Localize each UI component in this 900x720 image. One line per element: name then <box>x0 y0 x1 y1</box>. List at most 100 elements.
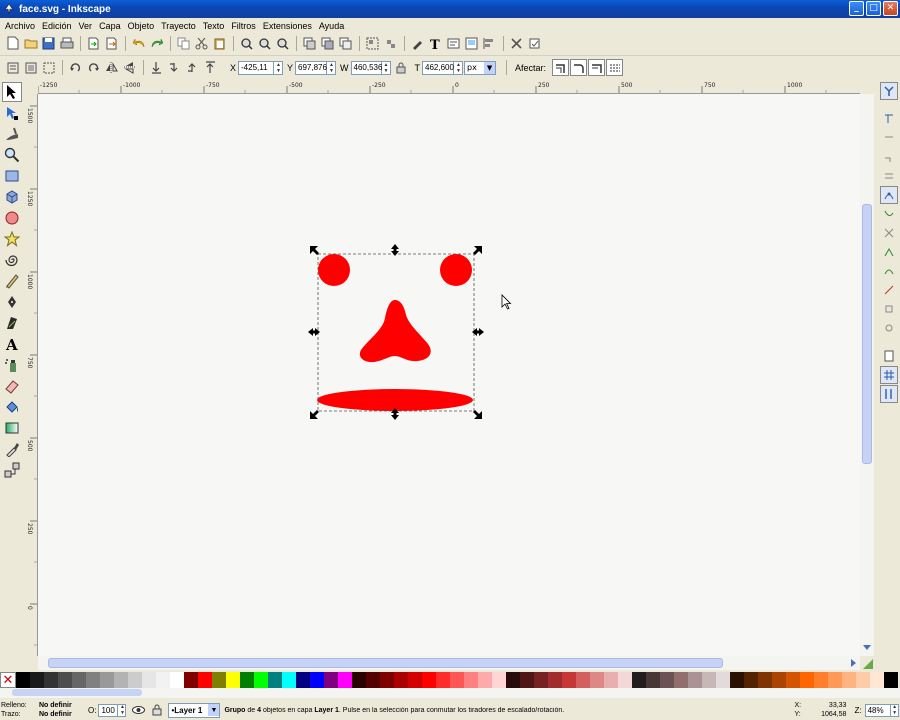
pencil-tool-icon[interactable] <box>2 271 22 291</box>
horizontal-scrollbar[interactable] <box>38 656 860 670</box>
snap-smooth-nodes-icon[interactable] <box>880 262 898 280</box>
import-icon[interactable] <box>85 35 102 52</box>
menu-filtros[interactable]: Filtros <box>230 21 262 31</box>
color-swatch[interactable] <box>408 672 422 688</box>
affect-gradients-icon[interactable] <box>588 59 606 76</box>
color-swatch[interactable] <box>856 672 870 688</box>
snap-bbox-midpoints-icon[interactable] <box>880 167 898 185</box>
color-swatch[interactable] <box>716 672 730 688</box>
connector-tool-icon[interactable] <box>2 460 22 480</box>
color-swatch[interactable] <box>30 672 44 688</box>
select-all-icon[interactable] <box>4 59 21 76</box>
color-swatch[interactable] <box>352 672 366 688</box>
vertical-scroll-thumb[interactable] <box>862 204 872 464</box>
affect-corners-icon[interactable] <box>570 59 588 76</box>
color-swatch[interactable] <box>156 672 170 688</box>
snap-centers-icon[interactable] <box>880 300 898 318</box>
select-all-layers-icon[interactable] <box>22 59 39 76</box>
color-swatch[interactable] <box>296 672 310 688</box>
horizontal-scroll-thumb[interactable] <box>48 658 723 668</box>
color-swatch[interactable] <box>492 672 506 688</box>
clone-icon[interactable] <box>319 35 336 52</box>
y-field[interactable]: 697,876 <box>295 60 328 75</box>
color-swatch[interactable] <box>632 672 646 688</box>
color-swatch[interactable] <box>58 672 72 688</box>
color-swatch[interactable] <box>744 672 758 688</box>
color-swatch[interactable] <box>618 672 632 688</box>
selector-tool-icon[interactable] <box>2 82 22 102</box>
menu-trayecto[interactable]: Trayecto <box>160 21 202 31</box>
new-document-icon[interactable] <box>4 35 21 52</box>
color-swatch[interactable] <box>16 672 30 688</box>
export-icon[interactable] <box>103 35 120 52</box>
group-icon[interactable] <box>364 35 381 52</box>
color-swatch[interactable] <box>674 672 688 688</box>
open-folder-icon[interactable] <box>22 35 39 52</box>
snap-path-intersections-icon[interactable] <box>880 224 898 242</box>
color-swatch[interactable] <box>548 672 562 688</box>
color-swatch[interactable] <box>702 672 716 688</box>
color-swatch[interactable] <box>226 672 240 688</box>
text-font-icon[interactable]: T <box>427 35 444 52</box>
color-swatch[interactable] <box>324 672 338 688</box>
color-swatch[interactable] <box>884 672 898 688</box>
spray-tool-icon[interactable] <box>2 355 22 375</box>
color-swatch[interactable] <box>688 672 702 688</box>
right-eye-circle[interactable] <box>440 254 472 286</box>
layer-visibility-icon[interactable] <box>130 702 147 719</box>
color-swatch[interactable] <box>828 672 842 688</box>
menu-edicion[interactable]: Edición <box>41 21 78 31</box>
menu-ayuda[interactable]: Ayuda <box>318 21 350 31</box>
color-swatch[interactable] <box>44 672 58 688</box>
layer-select[interactable]: •Layer 1 ▼ <box>168 702 221 718</box>
undo-icon[interactable] <box>130 35 147 52</box>
menu-objeto[interactable]: Objeto <box>127 21 161 31</box>
color-swatch[interactable] <box>646 672 660 688</box>
color-swatch[interactable] <box>366 672 380 688</box>
scroll-right-arrow-icon[interactable] <box>848 658 858 668</box>
snap-bbox-corners-icon[interactable] <box>880 148 898 166</box>
affect-patterns-icon[interactable] <box>606 59 624 76</box>
zoom-spin[interactable]: ▲ ▼ <box>890 703 899 717</box>
color-swatch[interactable] <box>282 672 296 688</box>
save-icon[interactable] <box>40 35 57 52</box>
document-properties-icon[interactable] <box>463 35 480 52</box>
deselect-icon[interactable] <box>40 59 57 76</box>
w-field[interactable]: 460,536 <box>350 60 382 75</box>
face-group[interactable] <box>317 254 473 411</box>
text-tool-icon[interactable]: A <box>2 334 22 354</box>
h-spin[interactable]: ▲ ▼ <box>454 60 464 75</box>
color-swatch[interactable] <box>590 672 604 688</box>
color-swatch[interactable] <box>786 672 800 688</box>
minimize-button[interactable]: _ <box>849 1 864 16</box>
color-swatch[interactable] <box>450 672 464 688</box>
color-swatch[interactable] <box>380 672 394 688</box>
color-swatch[interactable] <box>310 672 324 688</box>
fill-stroke-icon[interactable] <box>409 35 426 52</box>
node-tool-icon[interactable] <box>2 103 22 123</box>
color-swatch[interactable] <box>604 672 618 688</box>
flip-horizontal-icon[interactable] <box>103 59 120 76</box>
snap-midpoints-icon[interactable] <box>880 281 898 299</box>
palette-scroll-thumb[interactable] <box>12 689 142 696</box>
color-swatch[interactable] <box>730 672 744 688</box>
color-swatch[interactable] <box>534 672 548 688</box>
color-swatch[interactable] <box>254 672 268 688</box>
node-editor-prefs-icon[interactable] <box>526 35 543 52</box>
palette-scrollbar[interactable] <box>0 688 900 698</box>
preferences-icon[interactable] <box>508 35 525 52</box>
color-swatch[interactable] <box>142 672 156 688</box>
mouth-ellipse[interactable] <box>317 389 473 411</box>
3d-box-tool-icon[interactable] <box>2 187 22 207</box>
redo-icon[interactable] <box>148 35 165 52</box>
layer-lock-icon[interactable] <box>148 702 165 719</box>
ungroup-icon[interactable] <box>382 35 399 52</box>
snap-cusp-nodes-icon[interactable] <box>880 243 898 261</box>
handle-top-left[interactable] <box>310 246 319 255</box>
no-paint-swatch[interactable]: ✕ <box>0 672 16 688</box>
color-swatch[interactable] <box>86 672 100 688</box>
snap-paths-icon[interactable] <box>880 205 898 223</box>
affect-stroke-icon[interactable] <box>552 59 570 76</box>
color-swatch[interactable] <box>128 672 142 688</box>
color-swatch[interactable] <box>800 672 814 688</box>
